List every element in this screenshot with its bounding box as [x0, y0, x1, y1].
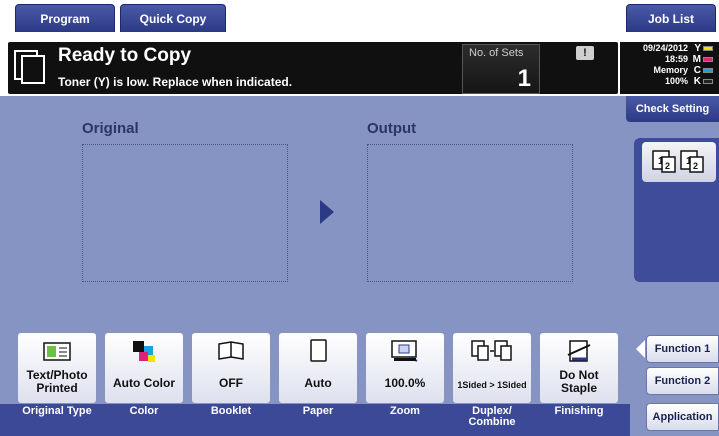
device-info: 09/24/2012 18:59 Memory 100% — [622, 43, 688, 87]
duplex-icon — [470, 339, 514, 363]
paper-icon — [303, 339, 333, 363]
tab-job-list[interactable]: Job List — [626, 4, 716, 32]
arrow-right-icon — [320, 200, 334, 224]
svg-text:2: 2 — [693, 161, 698, 171]
function-value: Auto — [304, 376, 332, 390]
page-layout-button[interactable]: 1 2 1 2 — [642, 142, 716, 182]
memory-label: Memory — [653, 65, 688, 75]
function-value: OFF — [219, 376, 243, 390]
zoom-button[interactable]: 100.0% — [365, 332, 445, 404]
sets-label: No. of Sets — [469, 47, 524, 59]
toner-letter: K — [693, 76, 701, 87]
function-label: Zoom — [390, 405, 420, 417]
function2-button[interactable]: Function 2 — [646, 367, 719, 395]
color-icon — [129, 339, 159, 363]
function-label: Paper — [302, 405, 334, 417]
function-label: Booklet — [210, 405, 252, 417]
status-message: Toner (Y) is low. Replace when indicated… — [58, 75, 293, 89]
function1-pointer-icon — [636, 340, 645, 358]
color-button[interactable]: Auto Color — [104, 332, 184, 404]
page-layout-icon: 1 2 1 2 — [652, 150, 704, 173]
toner-bar — [703, 68, 713, 73]
original-type-button[interactable]: Text/Photo Printed — [17, 332, 97, 404]
zoom-icon — [390, 339, 420, 363]
application-button[interactable]: Application — [646, 403, 719, 431]
tab-program[interactable]: Program — [15, 4, 115, 32]
check-setting-button[interactable]: Check Setting — [626, 96, 719, 122]
original-label: Original — [82, 120, 139, 137]
number-of-sets[interactable]: No. of Sets 1 — [462, 44, 540, 94]
toner-level-row: M — [692, 54, 718, 65]
function-strip: Text/Photo Printed Original Type Auto Colo… — [0, 322, 630, 436]
output-setting-panel: 1 2 1 2 — [634, 138, 719, 282]
output-label: Output — [367, 120, 417, 137]
date-text: 09/24/2012 — [642, 43, 688, 53]
function-label: Finishing — [554, 405, 604, 417]
finishing-button[interactable]: Do Not Staple — [539, 332, 619, 404]
time-text: 18:59 — [664, 54, 688, 64]
memory-value: 100% — [664, 76, 688, 86]
toner-level-row: K — [692, 76, 718, 87]
toner-bar — [703, 46, 713, 51]
function-value: 100.0% — [384, 376, 426, 390]
toner-level-row: Y — [692, 43, 718, 54]
duplex-combine-button[interactable]: 1Sided > 1Sided — [452, 332, 532, 404]
function-value: Do Not Staple — [559, 368, 599, 395]
function-value: 1Sided > 1Sided — [457, 380, 527, 390]
original-preview — [82, 144, 288, 282]
toner-letter: Y — [694, 43, 701, 54]
booklet-button[interactable]: OFF — [191, 332, 271, 404]
paper-button[interactable]: Auto — [278, 332, 358, 404]
function-value: Text/Photo Printed — [26, 368, 88, 395]
finishing-icon — [564, 339, 594, 363]
status-title: Ready to Copy — [58, 45, 192, 66]
output-preview — [367, 144, 573, 282]
status-bar: Ready to Copy Toner (Y) is low. Replace … — [0, 34, 719, 96]
function-label: Duplex/ Combine — [468, 405, 516, 428]
function-value: Auto Color — [113, 376, 175, 390]
svg-text:2: 2 — [665, 161, 670, 171]
function-label: Original Type — [22, 405, 92, 417]
alert-icon[interactable]: ! — [576, 46, 594, 60]
function-label: Color — [129, 405, 159, 417]
toner-bar — [703, 57, 713, 62]
toner-level-row: C — [692, 65, 718, 76]
top-tab-bar: Program Quick Copy Job List — [0, 0, 719, 34]
tab-quick-copy[interactable]: Quick Copy — [120, 4, 226, 32]
toner-letter: C — [693, 65, 701, 76]
toner-bar — [703, 79, 713, 84]
toner-letter: M — [692, 54, 701, 65]
status-info-panel: 09/24/2012 18:59 Memory 100% YMCK — [620, 42, 719, 94]
toner-levels: YMCK — [692, 43, 718, 87]
sets-value: 1 — [517, 65, 531, 92]
document-icon — [14, 50, 45, 84]
function1-button[interactable]: Function 1 — [646, 335, 719, 363]
original-type-icon — [42, 339, 72, 363]
status-panel: Ready to Copy Toner (Y) is low. Replace … — [8, 42, 618, 94]
booklet-icon — [216, 339, 246, 363]
